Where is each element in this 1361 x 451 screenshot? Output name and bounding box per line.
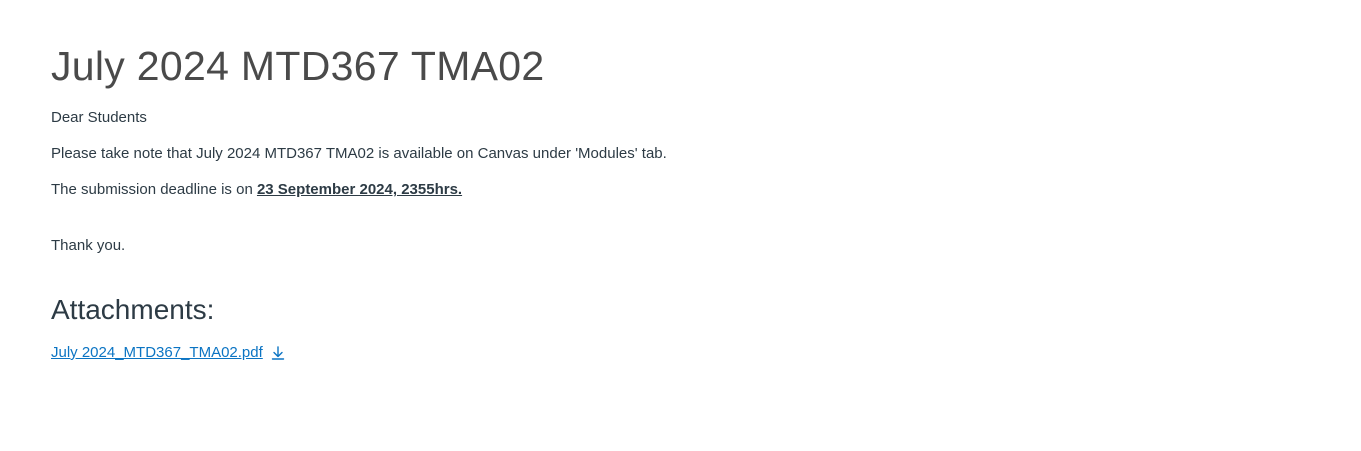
page-title: July 2024 MTD367 TMA02 [51, 43, 545, 89]
greeting-text: Dear Students [51, 109, 147, 126]
deadline-prefix: The submission deadline is on [51, 181, 257, 198]
deadline-value: 23 September 2024, 2355hrs. [256, 181, 463, 198]
announcement-body: Dear Students Please take note that July… [51, 108, 1361, 256]
notice-text: Please take note that July 2024 MTD367 T… [51, 145, 667, 162]
announcement-page: July 2024 MTD367 TMA02 Dear Students Ple… [0, 0, 1361, 361]
attachment-item: July 2024_MTD367_TMA02.pdf [51, 344, 1361, 361]
closing-text: Thank you. [51, 237, 126, 254]
download-icon[interactable] [270, 345, 286, 361]
attachments-heading: Attachments: [51, 294, 215, 325]
deadline-paragraph: The submission deadline is on 23 Septemb… [51, 180, 1361, 200]
attachment-link[interactable]: July 2024_MTD367_TMA02.pdf [51, 344, 263, 361]
